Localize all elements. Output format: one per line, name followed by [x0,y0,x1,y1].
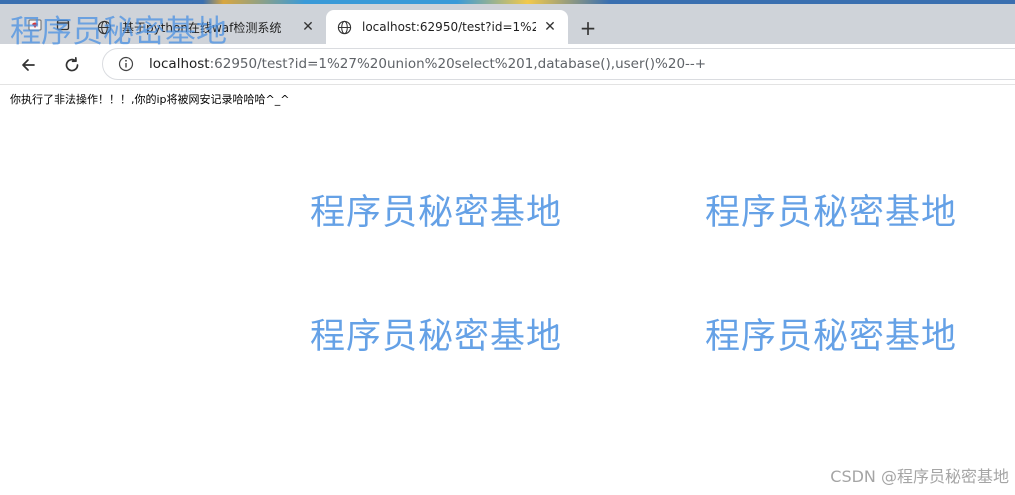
tab-title: 基于python在线waf检测系统 [122,20,282,35]
tab-title: localhost:62950/test?id=1%27 uni [362,20,536,34]
tab-localhost-test[interactable]: localhost:62950/test?id=1%27 uni ✕ [326,10,568,44]
back-button[interactable] [14,51,42,79]
url-path: :62950/test?id=1%27%20union%20select%201… [209,56,707,72]
browser-window: 基于python在线waf检测系统 ✕ localhost:62950/test… [0,0,1015,495]
reload-icon [65,56,79,72]
tab-strip: 基于python在线waf检测系统 ✕ localhost:62950/test… [0,4,1015,44]
page-content: 你执行了非法操作！！！,你的ip将被网安记录哈哈哈^_^ [0,85,1015,495]
new-tab-button[interactable]: + [576,16,600,40]
address-bar[interactable]: localhost:62950/test?id=1%27%20union%20s… [102,48,1015,80]
browser-toolbar: localhost:62950/test?id=1%27%20union%20s… [0,44,1015,85]
warning-message: 你执行了非法操作！！！,你的ip将被网安记录哈哈哈^_^ [10,93,290,106]
profile-icon[interactable] [22,12,48,38]
globe-icon [336,19,352,35]
tab-close-icon[interactable]: ✕ [542,19,558,35]
globe-icon [96,19,112,35]
url-host: localhost [149,56,210,72]
tab-actions-icon[interactable] [50,12,76,38]
tab-close-icon[interactable]: ✕ [300,19,316,35]
tab-waf-system[interactable]: 基于python在线waf检测系统 ✕ [86,10,326,44]
arrow-left-icon [22,59,35,71]
site-info-icon[interactable] [117,55,135,73]
reload-button[interactable] [58,51,86,79]
